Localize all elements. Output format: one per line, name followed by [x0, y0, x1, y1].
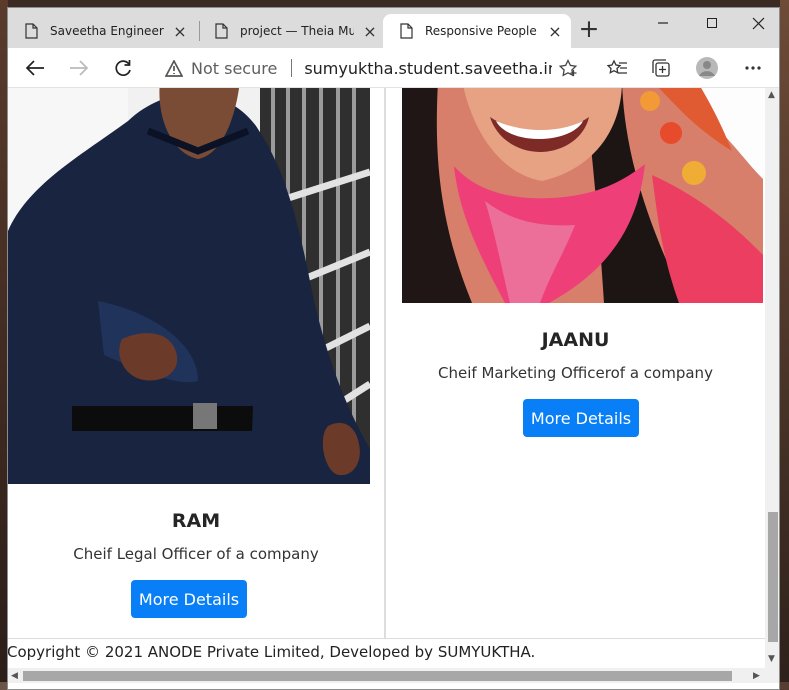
maximize-icon[interactable]: [689, 8, 735, 38]
close-icon[interactable]: ×: [546, 22, 564, 41]
more-details-button-ram[interactable]: More Details: [131, 580, 247, 618]
more-icon[interactable]: [738, 53, 768, 83]
horizontal-scroll-thumb[interactable]: [23, 671, 732, 681]
scroll-left-icon[interactable]: ◀: [11, 671, 18, 681]
url-text[interactable]: sumyuktha.student.saveetha.in:80...: [304, 59, 552, 78]
forward-icon[interactable]: [64, 53, 94, 83]
person-card-ram: RAM Cheif Legal Officer of a company Mor…: [8, 88, 385, 638]
scroll-down-icon[interactable]: ▼: [768, 654, 775, 664]
security-status[interactable]: Not secure: [191, 59, 277, 78]
footer: Copyright © 2021 ANODE Private Limited, …: [8, 638, 765, 668]
copyright-text: Copyright © 2021 ANODE Private Limited, …: [8, 643, 536, 661]
address-divider: [291, 59, 293, 77]
close-icon[interactable]: ×: [361, 22, 379, 41]
tab-saveetha-engineering[interactable]: Saveetha Engineering ×: [8, 14, 198, 48]
person-photo-jaanu: [402, 88, 763, 303]
tab-label: Responsive People De: [425, 24, 539, 38]
window-close-icon[interactable]: [735, 8, 779, 38]
browser-toolbar: Not secure sumyuktha.student.saveetha.in…: [8, 48, 779, 88]
tab-label: project — Theia Multi: [240, 24, 354, 38]
person-name-jaanu: JAANU: [541, 329, 610, 351]
collections-icon[interactable]: [646, 53, 676, 83]
tab-responsive-people[interactable]: Responsive People De ×: [383, 14, 571, 48]
new-tab-button[interactable]: +: [577, 16, 601, 42]
tab-project-theia[interactable]: project — Theia Multi ×: [198, 14, 383, 48]
minimize-icon[interactable]: [640, 8, 686, 38]
close-icon[interactable]: ×: [171, 22, 189, 41]
vertical-scroll-thumb[interactable]: [768, 512, 778, 642]
scroll-right-icon[interactable]: ▶: [753, 671, 760, 681]
back-icon[interactable]: [20, 53, 50, 83]
add-favorite-icon[interactable]: [558, 59, 578, 81]
refresh-icon[interactable]: [108, 53, 138, 83]
person-description-ram: Cheif Legal Officer of a company: [73, 545, 319, 563]
document-icon: [213, 23, 229, 39]
document-icon: [23, 23, 39, 39]
page-content: RAM Cheif Legal Officer of a company Mor…: [8, 88, 765, 668]
favorites-icon[interactable]: [602, 53, 632, 83]
warning-icon: [165, 59, 183, 77]
tab-label: Saveetha Engineering: [50, 24, 164, 38]
profile-icon[interactable]: [692, 53, 722, 83]
tab-bar: Saveetha Engineering × project — Theia M…: [8, 8, 779, 48]
vertical-scrollbar[interactable]: ▲ ▼: [765, 88, 779, 668]
scroll-up-icon[interactable]: ▲: [768, 90, 775, 100]
browser-window: Saveetha Engineering × project — Theia M…: [7, 7, 780, 690]
person-card-jaanu: JAANU Cheif Marketing Officerof a compan…: [385, 88, 765, 638]
document-icon: [398, 23, 414, 39]
desktop-wallpaper-right: [780, 0, 789, 690]
person-description-jaanu: Cheif Marketing Officerof a company: [438, 364, 713, 382]
address-bar[interactable]: Not secure sumyuktha.student.saveetha.in…: [150, 51, 586, 85]
person-name-ram: RAM: [171, 510, 221, 532]
horizontal-scrollbar[interactable]: ◀ ▶: [8, 668, 779, 683]
person-photo-ram: [8, 88, 370, 484]
more-details-button-jaanu[interactable]: More Details: [523, 399, 639, 437]
